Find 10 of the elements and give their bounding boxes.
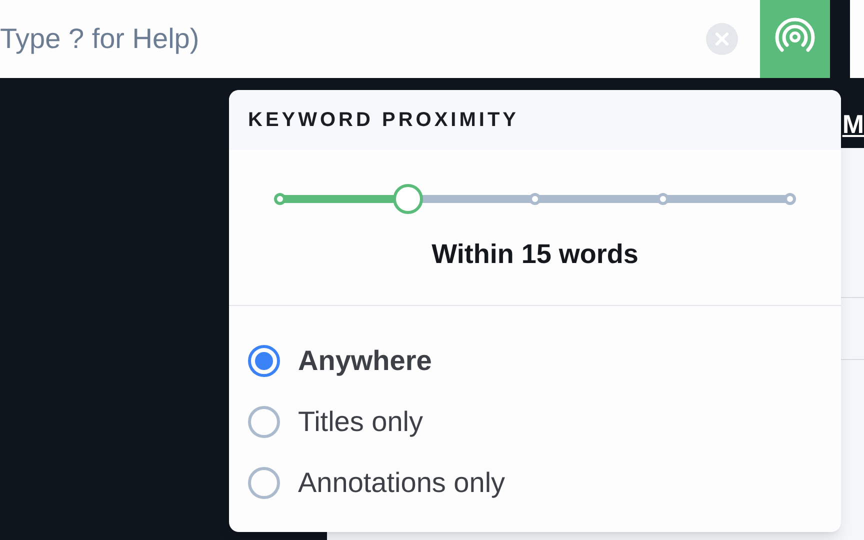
popup-title: KEYWORD PROXIMITY bbox=[248, 108, 520, 133]
proximity-slider[interactable] bbox=[277, 184, 793, 214]
proximity-button[interactable] bbox=[760, 0, 830, 78]
proximity-reading: Within 15 words bbox=[432, 238, 638, 271]
column-heading: M bbox=[842, 108, 864, 141]
radio-option[interactable]: Anywhere bbox=[248, 344, 841, 378]
radio-option[interactable]: Titles only bbox=[248, 405, 841, 439]
radio-option[interactable]: Annotations only bbox=[248, 466, 841, 500]
clear-icon[interactable] bbox=[706, 23, 738, 55]
search-field[interactable]: Type ? for Help) bbox=[0, 0, 706, 78]
